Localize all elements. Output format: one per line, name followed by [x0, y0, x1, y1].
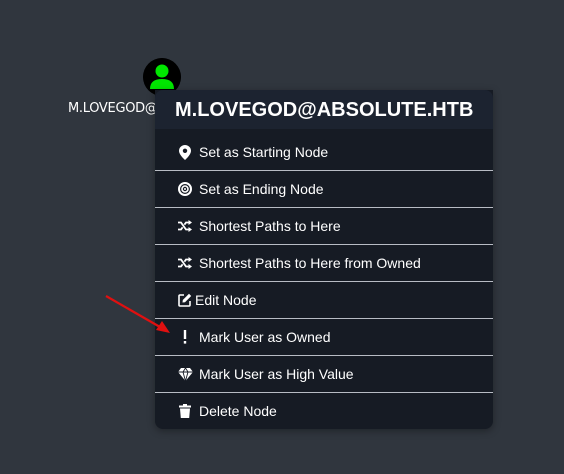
menu-item-label: Set as Starting Node [199, 144, 329, 160]
gem-icon [177, 366, 193, 382]
node-label[interactable]: M.LOVEGOD@ABSOLUTE.HTB [68, 101, 158, 116]
menu-item-set-starting-node[interactable]: Set as Starting Node [155, 134, 493, 171]
menu-item-shortest-paths-from-owned[interactable]: Shortest Paths to Here from Owned [155, 245, 493, 282]
menu-item-edit-node[interactable]: Edit Node [155, 282, 493, 319]
random-icon [177, 255, 193, 271]
menu-item-mark-owned[interactable]: Mark User as Owned [155, 319, 493, 356]
bullseye-icon [177, 181, 193, 197]
menu-item-label: Edit Node [195, 292, 257, 308]
menu-item-delete-node[interactable]: Delete Node [155, 393, 493, 429]
menu-item-label: Shortest Paths to Here from Owned [199, 255, 421, 271]
trash-icon [177, 403, 193, 419]
menu-item-label: Shortest Paths to Here [199, 218, 341, 234]
random-icon [177, 218, 193, 234]
menu-item-label: Delete Node [199, 403, 277, 419]
menu-item-mark-high-value[interactable]: Mark User as High Value [155, 356, 493, 393]
menu-item-set-ending-node[interactable]: Set as Ending Node [155, 171, 493, 208]
context-menu-header: M.LOVEGOD@ABSOLUTE.HTB [155, 90, 493, 129]
graph-canvas[interactable]: M.LOVEGOD@ABSOLUTE.HTB M.LOVEGOD@ABSOLUT… [0, 0, 564, 474]
menu-item-label: Mark User as High Value [199, 366, 354, 382]
menu-item-shortest-paths-to-here[interactable]: Shortest Paths to Here [155, 208, 493, 245]
context-menu: M.LOVEGOD@ABSOLUTE.HTB Set as Starting N… [155, 90, 493, 429]
menu-item-label: Mark User as Owned [199, 329, 331, 345]
map-marker-icon [177, 144, 193, 160]
annotation-arrow [105, 295, 170, 333]
menu-item-label: Set as Ending Node [199, 181, 324, 197]
context-menu-list: Set as Starting Node Set as Ending Node … [155, 129, 493, 429]
context-menu-title: M.LOVEGOD@ABSOLUTE.HTB [175, 99, 474, 121]
